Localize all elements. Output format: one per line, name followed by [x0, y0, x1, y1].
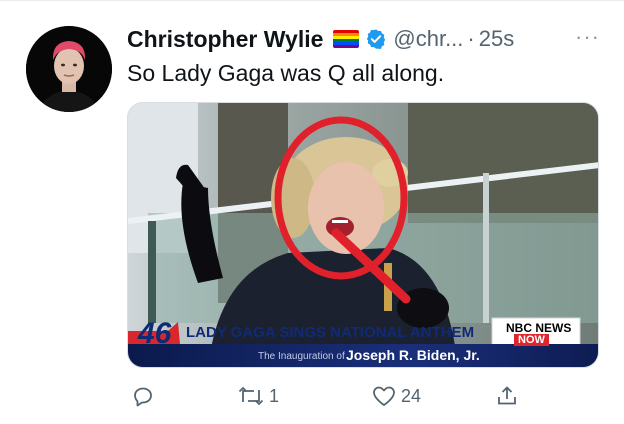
separator-dot: · [467, 26, 475, 51]
chyron-headline: LADY GAGA SINGS NATIONAL ANTHEM [186, 324, 475, 341]
reply-icon [134, 387, 152, 407]
reply-button[interactable] [131, 378, 155, 414]
retweet-button[interactable]: 1 [237, 378, 279, 414]
network-now-badge: NOW [514, 334, 549, 346]
tweet-text: So Lady Gaga was Q all along. [127, 60, 445, 86]
author-name[interactable]: Christopher Wylie [127, 26, 323, 53]
chyron-number: 46 [138, 317, 172, 350]
chyron-subtitle: Joseph R. Biden, Jr. [346, 347, 480, 363]
tweet-actions: 1 24 [127, 378, 599, 414]
like-count: 24 [401, 385, 422, 406]
verified-badge-icon [365, 28, 387, 50]
heart-icon [373, 386, 395, 406]
author-handle[interactable]: @chr... [393, 26, 463, 52]
tweet-header: Christopher Wylie @chr... · 25s ··· [127, 22, 604, 56]
avatar[interactable] [26, 26, 112, 112]
more-options-icon[interactable]: ··· [575, 22, 600, 52]
rainbow-flag-icon [333, 30, 360, 48]
tweet-card[interactable]: Christopher Wylie @chr... · 25s ··· So L… [0, 0, 624, 424]
like-button[interactable]: 24 [371, 378, 421, 414]
timestamp[interactable]: 25s [479, 26, 514, 52]
retweet-icon [238, 386, 264, 406]
retweet-count: 1 [269, 385, 280, 406]
divider [0, 0, 624, 1]
chyron-subtitle-small: The Inauguration of [258, 351, 345, 362]
share-icon [498, 386, 516, 405]
share-button[interactable] [495, 378, 519, 414]
tweet-media-image[interactable]: 46 LADY GAGA SINGS NATIONAL ANTHEM NBC N… [127, 102, 599, 368]
network-logo: NBC NEWS [506, 321, 572, 335]
